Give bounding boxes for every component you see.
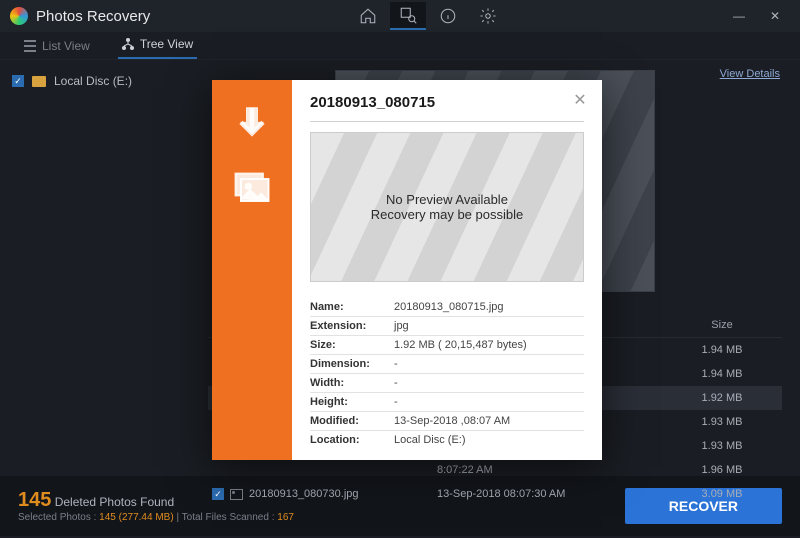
image-stack-icon bbox=[230, 168, 274, 212]
deep-scan-button[interactable] bbox=[390, 2, 426, 30]
app-logo-icon bbox=[10, 7, 28, 25]
no-preview-panel: No Preview Available Recovery may be pos… bbox=[310, 132, 584, 282]
meta-val: Local Disc (E:) bbox=[394, 434, 466, 446]
table-row[interactable]: 8:07:22 AM1.96 MB bbox=[208, 458, 782, 482]
header-size: Size bbox=[662, 319, 782, 331]
image-file-icon bbox=[230, 489, 243, 500]
meta-key: Location: bbox=[310, 434, 394, 446]
checkbox-icon[interactable] bbox=[12, 75, 24, 87]
minimize-button[interactable]: — bbox=[724, 2, 754, 30]
home-button[interactable] bbox=[350, 2, 386, 30]
settings-button[interactable] bbox=[470, 2, 506, 30]
folder-icon bbox=[32, 76, 46, 87]
cell-size: 1.94 MB bbox=[662, 344, 782, 356]
meta-key: Width: bbox=[310, 377, 394, 389]
cell-modified: 13-Sep-2018 08:07:30 AM bbox=[437, 488, 662, 500]
meta-key: Dimension: bbox=[310, 358, 394, 370]
tree-item-root[interactable]: Local Disc (E:) bbox=[12, 74, 178, 88]
tab-label: List View bbox=[42, 39, 90, 53]
cell-size: 3.09 MB bbox=[662, 488, 782, 500]
meta-key: Name: bbox=[310, 301, 394, 313]
meta-key: Modified: bbox=[310, 415, 394, 427]
modal-body: ✕ 20180913_080715 No Preview Available R… bbox=[292, 80, 602, 460]
found-label: Deleted Photos Found bbox=[55, 495, 174, 509]
tab-label: Tree View bbox=[140, 37, 193, 51]
cell-size: 1.92 MB bbox=[662, 392, 782, 404]
metadata-list: Name:20180913_080715.jpg Extension:jpg S… bbox=[310, 298, 584, 449]
meta-key: Extension: bbox=[310, 320, 394, 332]
meta-val: 1.92 MB ( 20,15,487 bytes) bbox=[394, 339, 527, 351]
meta-val: - bbox=[394, 358, 398, 370]
meta-val: 13-Sep-2018 ,08:07 AM bbox=[394, 415, 510, 427]
window-controls: — ✕ bbox=[724, 2, 790, 30]
found-count: 145 bbox=[18, 489, 51, 511]
sidebar: Local Disc (E:) bbox=[0, 60, 190, 476]
meta-key: Height: bbox=[310, 396, 394, 408]
divider bbox=[310, 121, 584, 122]
toolbar-center bbox=[350, 2, 506, 30]
cell-name: 20180913_080730.jpg bbox=[212, 488, 437, 500]
modal-close-button[interactable]: ✕ bbox=[570, 90, 590, 110]
view-details-link[interactable]: View Details bbox=[720, 68, 780, 80]
selected-value: 145 (277.44 MB) bbox=[99, 512, 174, 523]
checkbox-icon[interactable] bbox=[212, 488, 224, 500]
tree-item-label: Local Disc (E:) bbox=[54, 74, 132, 88]
close-window-button[interactable]: ✕ bbox=[760, 2, 790, 30]
titlebar: Photos Recovery — ✕ bbox=[0, 0, 800, 32]
modal-title: 20180913_080715 bbox=[310, 94, 584, 111]
no-preview-line2: Recovery may be possible bbox=[371, 207, 523, 222]
cell-modified: 8:07:22 AM bbox=[437, 464, 662, 476]
meta-key: Size: bbox=[310, 339, 394, 351]
meta-val: 20180913_080715.jpg bbox=[394, 301, 504, 313]
cell-size: 1.96 MB bbox=[662, 464, 782, 476]
tab-list-view[interactable]: List View bbox=[20, 33, 94, 59]
tab-tree-view[interactable]: Tree View bbox=[118, 31, 197, 59]
file-details-modal: ✕ 20180913_080715 No Preview Available R… bbox=[212, 80, 602, 460]
cell-size: 1.93 MB bbox=[662, 440, 782, 452]
selected-label: Selected Photos : bbox=[18, 512, 99, 523]
scanned-value: 167 bbox=[277, 512, 294, 523]
app-title: Photos Recovery bbox=[36, 8, 150, 25]
meta-val: - bbox=[394, 377, 398, 389]
no-preview-line1: No Preview Available bbox=[386, 192, 508, 207]
cell-size: 1.94 MB bbox=[662, 368, 782, 380]
info-button[interactable] bbox=[430, 2, 466, 30]
modal-sidebar bbox=[212, 80, 292, 460]
table-row[interactable]: 20180913_080730.jpg13-Sep-2018 08:07:30 … bbox=[208, 482, 782, 506]
scanned-label: | Total Files Scanned : bbox=[174, 512, 278, 523]
meta-val: - bbox=[394, 396, 398, 408]
download-arrow-icon bbox=[230, 104, 274, 148]
meta-val: jpg bbox=[394, 320, 409, 332]
view-tabs: List View Tree View bbox=[0, 32, 800, 60]
cell-size: 1.93 MB bbox=[662, 416, 782, 428]
